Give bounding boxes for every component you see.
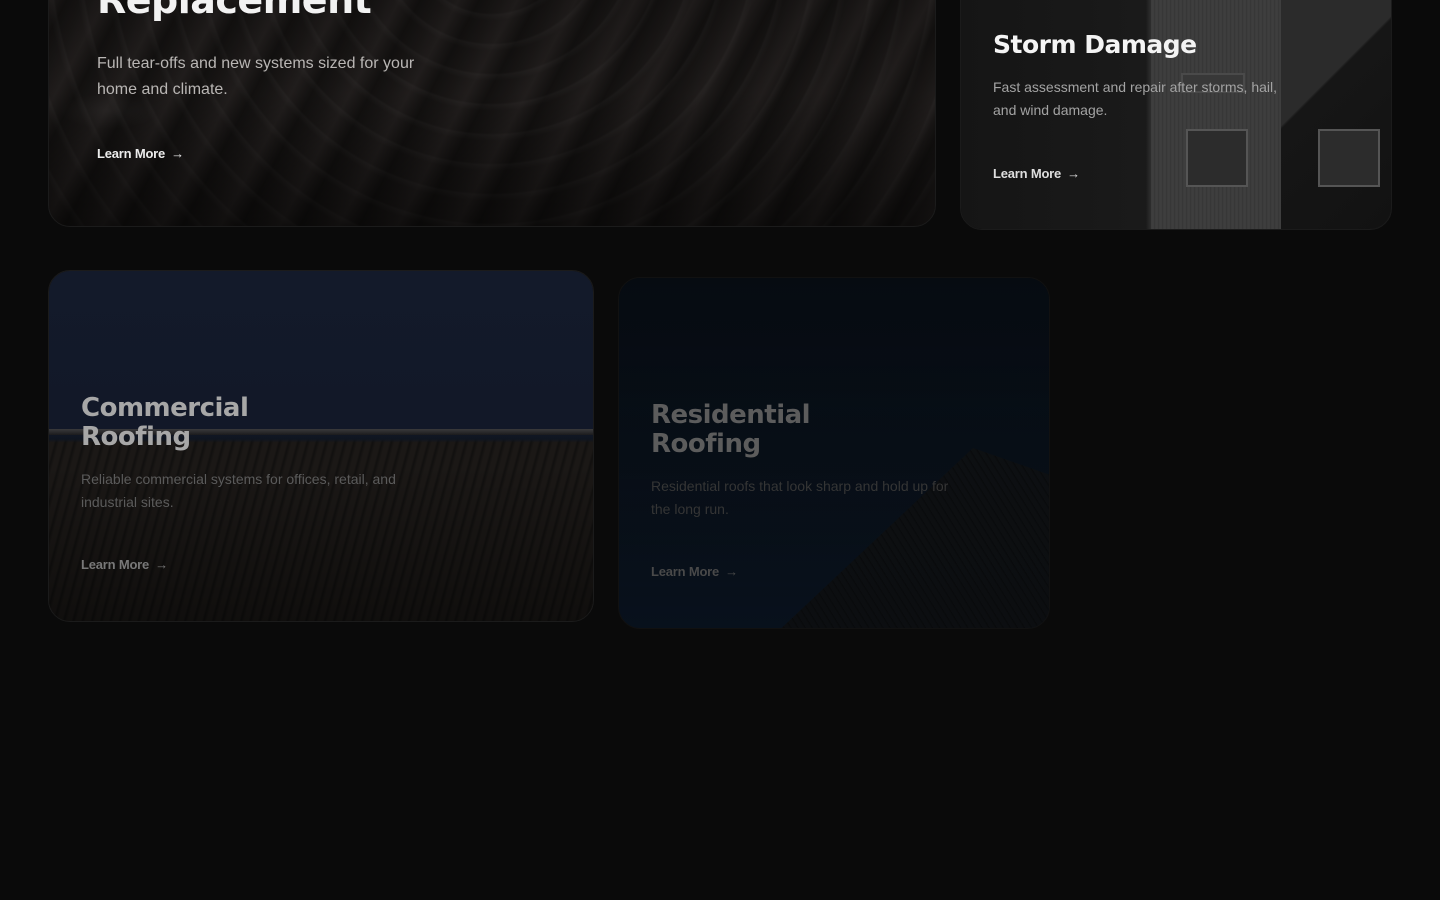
learn-more-label: Learn More xyxy=(993,166,1062,181)
service-card-residential-roofing[interactable]: Residential Roofing Residential roofs th… xyxy=(618,277,1050,629)
arrow-right-icon: → xyxy=(725,564,738,579)
card-title: Commercial Roofing xyxy=(81,393,249,453)
card-title: Replacement xyxy=(97,0,372,22)
service-card-storm-damage[interactable]: Storm Damage Fast assessment and repair … xyxy=(960,0,1392,230)
card-content: Storm Damage Fast assessment and repair … xyxy=(961,0,1391,229)
card-title-line: Residential xyxy=(651,400,811,430)
card-title-line: Commercial xyxy=(81,393,249,423)
learn-more-label: Learn More xyxy=(81,557,150,572)
learn-more-link[interactable]: Learn More → xyxy=(651,564,738,579)
card-description: Residential roofs that look sharp and ho… xyxy=(651,478,949,518)
learn-more-link[interactable]: Learn More → xyxy=(97,146,184,161)
service-card-commercial-roofing[interactable]: Commercial Roofing Reliable commercial s… xyxy=(48,270,594,622)
card-description: Fast assessment and repair after storms,… xyxy=(993,79,1277,119)
card-content: Replacement Full tear-offs and new syste… xyxy=(49,0,935,226)
card-title-line: Roofing xyxy=(81,422,191,453)
services-page: Replacement Full tear-offs and new syste… xyxy=(0,0,1440,900)
card-title: Residential Roofing xyxy=(651,400,811,460)
card-description: Reliable commercial systems for offices,… xyxy=(81,471,396,511)
arrow-right-icon: → xyxy=(171,146,184,161)
learn-more-label: Learn More xyxy=(651,564,720,579)
card-description: Full tear-offs and new systems sized for… xyxy=(97,55,415,99)
card-title: Storm Damage xyxy=(993,30,1197,59)
card-content: Commercial Roofing Reliable commercial s… xyxy=(49,271,593,621)
card-content: Residential Roofing Residential roofs th… xyxy=(619,278,1049,628)
arrow-right-icon: → xyxy=(1067,166,1080,181)
arrow-right-icon: → xyxy=(155,557,168,572)
card-title-line: Roofing xyxy=(651,429,761,460)
service-card-replacement[interactable]: Replacement Full tear-offs and new syste… xyxy=(48,0,936,227)
learn-more-label: Learn More xyxy=(97,146,166,161)
learn-more-link[interactable]: Learn More → xyxy=(81,557,168,572)
learn-more-link[interactable]: Learn More → xyxy=(993,166,1080,181)
